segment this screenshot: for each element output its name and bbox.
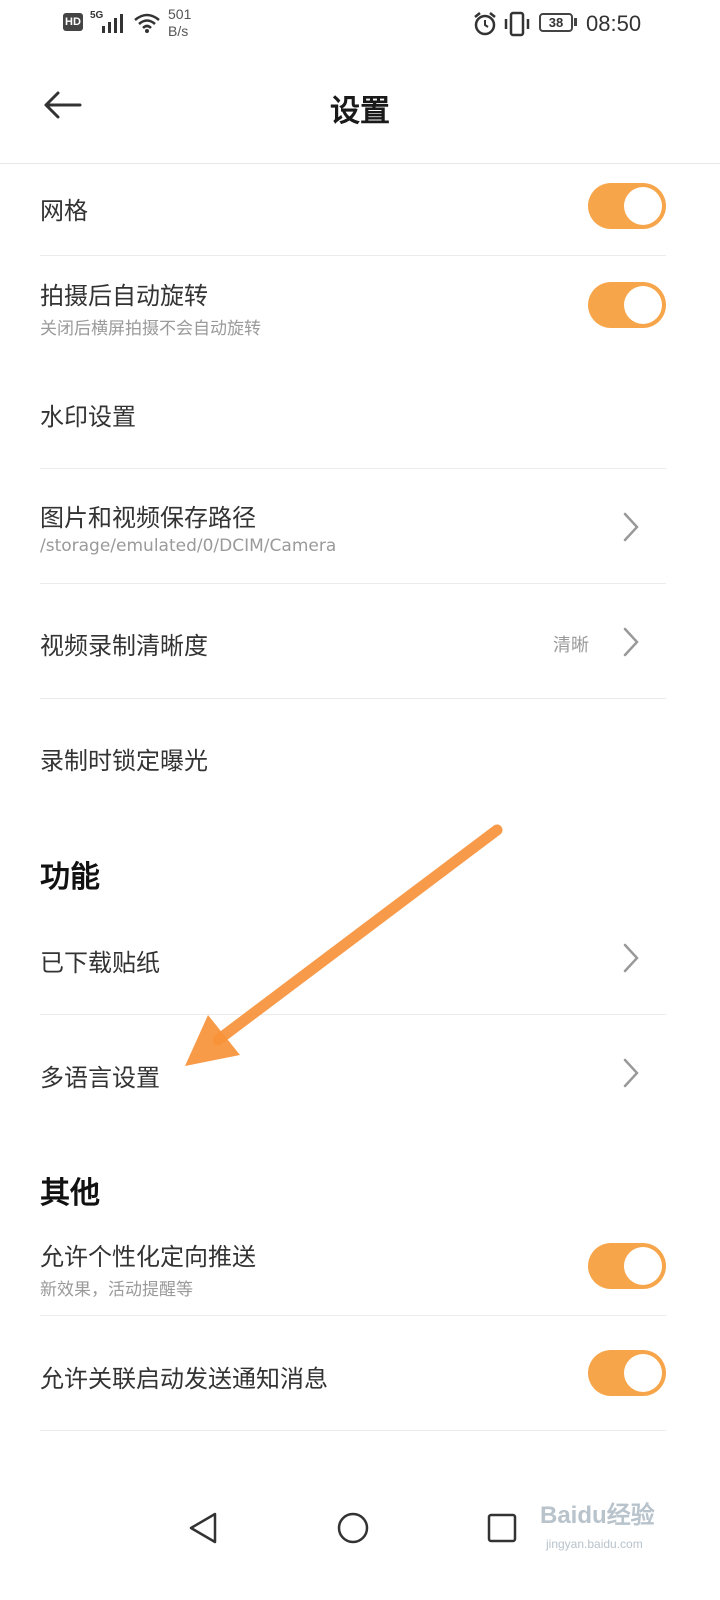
watermark-logo: Baidu经验 (540, 1495, 655, 1530)
personalized-push-label: 允许个性化定向推送 (40, 1243, 256, 1271)
lock-exposure-item[interactable]: 录制时锁定曝光 (40, 741, 208, 776)
personalized-push-toggle[interactable] (588, 1243, 666, 1289)
video-quality-value: 清晰 (553, 635, 589, 656)
section-title-other: 其他 (40, 1176, 100, 1211)
grid-toggle[interactable] (588, 183, 666, 229)
wifi-icon (134, 13, 160, 33)
divider (40, 468, 666, 469)
divider (40, 1430, 666, 1431)
chevron-right-icon[interactable] (621, 626, 641, 658)
divider (40, 698, 666, 699)
clock: 08:50 (586, 11, 642, 36)
watermark-brand: Bai (540, 1502, 578, 1529)
speed-unit: B/s (168, 23, 189, 39)
nav-home-icon[interactable] (336, 1511, 370, 1545)
alarm-icon (474, 12, 496, 36)
grid-label: 网格 (40, 197, 88, 225)
section-title-features: 功能 (40, 860, 100, 895)
toggle-knob (624, 286, 662, 324)
watermark-settings-item[interactable]: 水印设置 (40, 397, 136, 432)
chevron-right-icon[interactable] (621, 511, 641, 543)
chevron-right-icon[interactable] (621, 942, 641, 974)
save-path-label[interactable]: 图片和视频保存路径 (40, 498, 256, 533)
nav-recents-icon[interactable] (486, 1512, 518, 1544)
watermark-brand2: du (577, 1502, 607, 1529)
hd-badge: HD (63, 13, 83, 31)
auto-rotate-toggle[interactable] (588, 282, 666, 328)
battery-level: 38 (539, 13, 573, 32)
divider (40, 583, 666, 584)
toggle-knob (624, 1247, 662, 1285)
vibrate-icon (504, 11, 530, 37)
toggle-knob (624, 187, 662, 225)
auto-rotate-label: 拍摄后自动旋转 (40, 282, 208, 310)
divider (40, 1315, 666, 1316)
personalized-push-subtitle: 新效果，活动提醒等 (40, 1280, 193, 1300)
network-speed: 501 B/s (168, 6, 191, 40)
auto-rotate-subtitle: 关闭后横屏拍摄不会自动旋转 (40, 319, 261, 339)
chevron-right-icon[interactable] (621, 1057, 641, 1089)
header-divider (0, 163, 720, 164)
linked-notify-label: 允许关联启动发送通知消息 (40, 1365, 328, 1393)
watermark-brand3: 经验 (606, 1502, 655, 1529)
save-path-value: /storage/emulated/0/DCIM/Camera (40, 536, 337, 556)
status-bar: HD 5G 501 B/s 38 08:50 (0, 0, 720, 50)
speed-value: 501 (168, 6, 192, 22)
downloaded-stickers-item[interactable]: 已下载贴纸 (40, 943, 160, 978)
watermark-site: jingyan.baidu.com (546, 1537, 643, 1551)
page-title: 设置 (330, 94, 390, 129)
divider (40, 1014, 666, 1015)
toggle-knob (624, 1354, 662, 1392)
battery-cap (574, 18, 577, 26)
language-settings-item[interactable]: 多语言设置 (40, 1058, 160, 1093)
signal-icon (102, 14, 123, 33)
nav-back-icon[interactable] (185, 1510, 221, 1546)
video-quality-label[interactable]: 视频录制清晰度 (40, 626, 208, 661)
linked-notify-toggle[interactable] (588, 1350, 666, 1396)
divider (40, 255, 666, 256)
